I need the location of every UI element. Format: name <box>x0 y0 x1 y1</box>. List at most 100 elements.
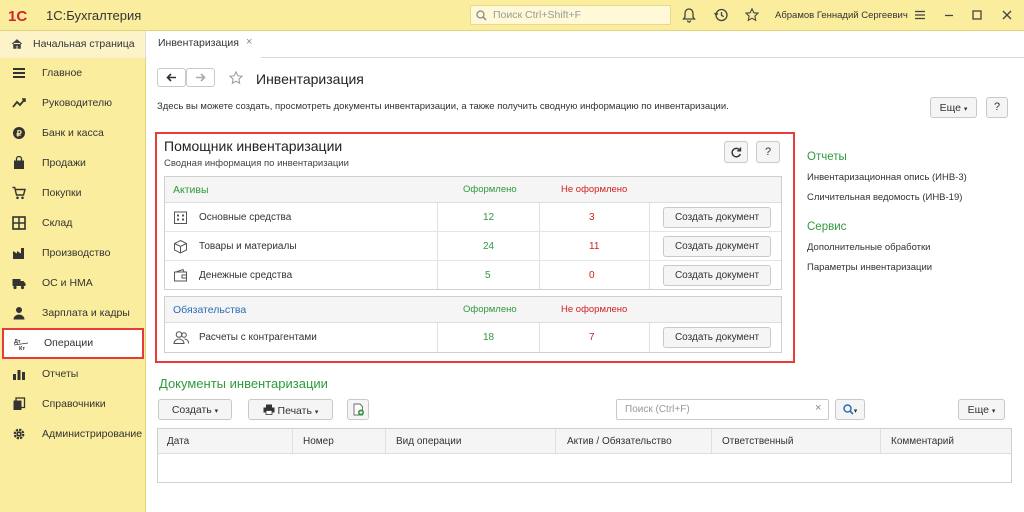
print-button[interactable]: Печать ▾ <box>248 399 333 420</box>
print-label: Печать <box>277 405 312 417</box>
building-icon <box>174 211 187 224</box>
wizard-help-button[interactable]: ? <box>756 141 780 163</box>
sidebar-item-fixed-assets[interactable]: ОС и НМА <box>0 268 146 298</box>
sidebar-item-production[interactable]: Производство <box>0 238 146 268</box>
col-done-header: Оформлено <box>463 304 517 315</box>
sidebar-item-label: Покупки <box>42 187 82 199</box>
table-row: Товары и материалы 24 11 Создать докумен… <box>165 232 781 261</box>
maximize-icon[interactable] <box>969 7 985 23</box>
more-label: Еще <box>939 102 961 114</box>
user-name[interactable]: Абрамов Геннадий Сергеевич <box>775 10 908 21</box>
row-notdone-count[interactable]: 0 <box>589 270 595 281</box>
person-icon <box>13 307 25 320</box>
logo-1c-icon[interactable]: 1С <box>8 7 38 24</box>
search-placeholder: Поиск Ctrl+Shift+F <box>493 9 582 21</box>
sidebar-item-administration[interactable]: Администрирование <box>0 419 146 449</box>
chevron-down-icon: ▾ <box>853 408 858 415</box>
svg-text:Кт: Кт <box>19 346 25 351</box>
table-row: Денежные средства 5 0 Создать документ <box>165 261 781 290</box>
page-description: Здесь вы можете создать, просмотреть док… <box>157 101 729 112</box>
create-document-button[interactable]: Создать документ <box>663 236 771 257</box>
clear-search-icon[interactable]: × <box>815 402 821 414</box>
printer-icon <box>263 404 275 415</box>
page-help-button[interactable]: ? <box>986 97 1008 118</box>
documents-more-button[interactable]: Еще ▾ <box>958 399 1005 420</box>
documents-search-input[interactable]: Поиск (Ctrl+F) × <box>616 399 829 420</box>
col-notdone-header: Не оформлено <box>561 184 628 195</box>
page-more-button[interactable]: Еще ▾ <box>930 97 977 118</box>
column-header-asset-liability[interactable]: Актив / Обязательство <box>567 436 672 447</box>
favorite-star-icon[interactable] <box>228 70 244 86</box>
tab-inventory-label: Инвентаризация <box>158 37 239 49</box>
column-header-operation-type[interactable]: Вид операции <box>396 436 461 447</box>
cart-icon <box>12 186 26 200</box>
column-header-date[interactable]: Дата <box>167 436 189 447</box>
sidebar-item-manager[interactable]: Руководителю <box>0 88 146 118</box>
tab-inventory[interactable]: Инвентаризация × <box>147 31 261 58</box>
sidebar-item-sales[interactable]: Продажи <box>0 148 146 178</box>
forward-button[interactable] <box>186 68 215 87</box>
create-document-button[interactable]: Создать документ <box>663 265 771 286</box>
app-name: 1С:Бухгалтерия <box>46 8 142 23</box>
create-document-button[interactable]: Создать документ <box>663 327 771 348</box>
sidebar-item-label: Склад <box>42 217 73 229</box>
service-link-extra-processing[interactable]: Дополнительные обработки <box>807 242 930 253</box>
sidebar-item-label: Администрирование <box>42 428 143 440</box>
books-icon <box>13 397 26 410</box>
column-header-number[interactable]: Номер <box>303 436 334 447</box>
column-header-responsible[interactable]: Ответственный <box>722 436 793 447</box>
sidebar-item-salary[interactable]: Зарплата и кадры <box>0 298 146 328</box>
star-icon[interactable] <box>744 7 760 23</box>
row-done-count[interactable]: 24 <box>483 241 494 252</box>
tab-home[interactable]: Начальная страница <box>0 31 146 58</box>
back-button[interactable] <box>157 68 186 87</box>
tab-close-icon[interactable]: × <box>246 36 252 48</box>
sidebar-item-bank[interactable]: ₽ Банк и касса <box>0 118 146 148</box>
search-placeholder: Поиск (Ctrl+F) <box>625 404 690 415</box>
sidebar-item-reports[interactable]: Отчеты <box>0 359 146 389</box>
wallet-icon <box>174 268 187 282</box>
row-done-count[interactable]: 5 <box>485 270 491 281</box>
minimize-icon[interactable] <box>941 7 957 23</box>
contractors-icon <box>173 331 189 344</box>
sidebar-item-label: ОС и НМА <box>42 277 93 289</box>
refresh-icon <box>731 147 742 158</box>
create-button[interactable]: Создать ▾ <box>158 399 232 420</box>
create-document-button[interactable]: Создать документ <box>663 207 771 228</box>
sidebar-item-label: Руководителю <box>42 97 113 109</box>
sidebar-item-label: Продажи <box>42 157 86 169</box>
refresh-button[interactable] <box>724 141 748 163</box>
documents-section-title: Документы инвентаризации <box>159 376 328 391</box>
wizard-title: Помощник инвентаризации <box>164 138 343 154</box>
history-icon[interactable] <box>713 7 729 23</box>
sidebar-item-main[interactable]: Главное <box>0 58 146 88</box>
sidebar-item-purchases[interactable]: Покупки <box>0 178 146 208</box>
settings-menu-icon[interactable] <box>912 7 928 23</box>
close-window-icon[interactable] <box>999 7 1015 23</box>
svg-text:₽: ₽ <box>16 128 22 138</box>
global-search-input[interactable]: Поиск Ctrl+Shift+F <box>470 5 671 25</box>
row-done-count[interactable]: 18 <box>483 332 494 343</box>
row-notdone-count[interactable]: 7 <box>589 332 595 343</box>
service-link-inventory-params[interactable]: Параметры инвентаризации <box>807 262 932 273</box>
add-document-button[interactable] <box>347 399 369 420</box>
report-link-inv3[interactable]: Инвентаризационная опись (ИНВ-3) <box>807 172 967 183</box>
row-notdone-count[interactable]: 3 <box>589 212 595 223</box>
bell-icon[interactable] <box>681 7 697 23</box>
sidebar-item-operations[interactable]: Дт Кт Операции <box>2 328 144 359</box>
svg-text:1С: 1С <box>8 8 27 24</box>
row-done-count[interactable]: 12 <box>483 212 494 223</box>
row-notdone-count[interactable]: 11 <box>589 241 599 252</box>
truck-icon <box>12 279 26 290</box>
column-header-comment[interactable]: Комментарий <box>891 436 954 447</box>
row-label: Товары и материалы <box>199 241 297 252</box>
box-icon <box>174 239 187 254</box>
sidebar-item-warehouse[interactable]: Склад <box>0 208 146 238</box>
report-link-inv19[interactable]: Сличительная ведомость (ИНВ-19) <box>807 192 962 203</box>
sidebar-item-directories[interactable]: Справочники <box>0 389 146 419</box>
page-title: Инвентаризация <box>256 71 364 87</box>
document-add-icon <box>353 403 364 416</box>
service-section-title: Сервис <box>807 221 847 233</box>
sidebar-item-label: Операции <box>44 337 94 349</box>
search-options-button[interactable]: ▾ <box>835 399 865 420</box>
